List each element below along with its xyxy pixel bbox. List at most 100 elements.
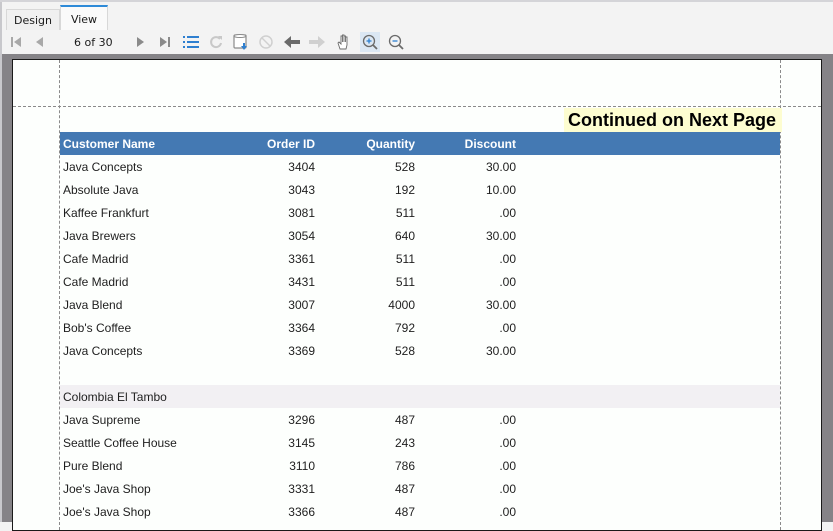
discount-cell: 30.00 — [485, 343, 516, 358]
customer-name-cell: Cafe Madrid — [63, 251, 129, 266]
group-name: Colombia El Tambo — [63, 389, 167, 404]
tab-design[interactable]: Design — [6, 9, 60, 31]
previous-page-button[interactable] — [30, 32, 50, 52]
table-row: Java Supreme 3296 487 .00 — [60, 408, 780, 431]
pan-button[interactable] — [334, 32, 354, 52]
table-row: Absolute Java 3043 192 10.00 — [60, 178, 780, 201]
forward-arrow-icon — [309, 36, 325, 48]
customer-name-cell: Java Concepts — [63, 159, 143, 174]
toc-button[interactable] — [181, 32, 201, 52]
discount-cell: 30.00 — [485, 228, 516, 243]
column-header-customer-name: Customer Name — [63, 136, 156, 151]
list-icon — [183, 36, 199, 48]
table-row: Seattle Coffee House 3145 243 .00 — [60, 431, 780, 454]
table-row: Joe's Java Shop 3366 487 .00 — [60, 500, 780, 523]
export-button[interactable] — [231, 32, 251, 52]
quantity-cell: 487 — [394, 504, 415, 519]
customer-name-cell: Joe's Java Shop — [63, 504, 151, 519]
back-arrow-icon — [284, 36, 300, 48]
next-page-icon — [137, 37, 144, 47]
customer-name-cell: Java Supreme — [63, 412, 141, 427]
forward-button[interactable] — [307, 32, 327, 52]
order-id-cell: 3145 — [288, 435, 315, 450]
quantity-cell: 4000 — [388, 297, 415, 312]
zoom-in-button[interactable] — [360, 32, 380, 52]
zoom-out-button[interactable] — [386, 32, 406, 52]
discount-cell: .00 — [499, 274, 516, 289]
order-id-cell: 3331 — [288, 481, 315, 496]
discount-cell: .00 — [499, 205, 516, 220]
customer-name-cell: Kaffee Frankfurt — [63, 205, 149, 220]
report-viewer[interactable]: Continued on Next Page Customer Name Ord… — [2, 54, 833, 531]
quantity-cell: 511 — [395, 251, 415, 266]
column-header-discount: Discount — [464, 136, 516, 151]
discount-cell: .00 — [499, 481, 516, 496]
table-row: Java Blend 3007 4000 30.00 — [60, 293, 780, 316]
discount-cell: .00 — [499, 435, 516, 450]
table-row: Cafe Madrid 3361 511 .00 — [60, 247, 780, 270]
first-page-button[interactable] — [6, 32, 26, 52]
hand-icon — [337, 34, 348, 50]
customer-name-cell: Joe's Java Shop — [63, 481, 151, 496]
table-row: Kaffee Frankfurt 3081 511 .00 — [60, 201, 780, 224]
quantity-cell: 640 — [394, 228, 415, 243]
first-page-icon — [11, 37, 21, 47]
zoom-in-icon — [362, 34, 378, 50]
customer-name-cell: Bob's Coffee — [63, 320, 132, 335]
order-id-cell: 3110 — [289, 458, 315, 473]
customer-name-cell: Pure Blend — [63, 458, 123, 473]
page-indicator[interactable]: 6 of 30 — [74, 36, 113, 49]
order-id-cell: 3404 — [288, 159, 315, 174]
customer-name-cell: Cafe Madrid — [63, 274, 129, 289]
discount-cell: .00 — [499, 320, 516, 335]
quantity-cell: 243 — [394, 435, 415, 450]
stop-button[interactable] — [256, 32, 276, 52]
order-id-cell: 3431 — [288, 274, 315, 289]
header-margin-guide — [13, 106, 821, 107]
group-header-row: Colombia El Tambo — [60, 385, 780, 408]
table-row: Java Concepts 3369 528 30.00 — [60, 339, 780, 362]
table-row: Pure Blend 3110 786 .00 — [60, 454, 780, 477]
export-icon — [233, 34, 247, 50]
last-page-button[interactable] — [155, 32, 175, 52]
tab-view[interactable]: View — [60, 5, 108, 32]
refresh-button[interactable] — [206, 32, 226, 52]
quantity-cell: 528 — [394, 159, 415, 174]
discount-cell: 10.00 — [485, 182, 516, 197]
continued-on-next-page-label: Continued on Next Page — [563, 108, 782, 132]
table-header: Customer Name Order ID Quantity Discount — [60, 132, 780, 155]
discount-cell: .00 — [499, 458, 516, 473]
order-id-cell: 3361 — [288, 251, 315, 266]
customer-name-cell: Absolute Java — [63, 182, 139, 197]
next-page-button[interactable] — [130, 32, 150, 52]
order-id-cell: 3364 — [288, 320, 315, 335]
table-row: Java Concepts 3404 528 30.00 — [60, 155, 780, 178]
order-id-cell: 3054 — [288, 228, 315, 243]
report-table: Customer Name Order ID Quantity Discount… — [60, 132, 780, 523]
discount-cell: 30.00 — [485, 159, 516, 174]
viewer-toolbar: 6 of 30 — [2, 30, 833, 54]
column-header-order-id: Order ID — [266, 136, 315, 151]
order-id-cell: 3369 — [288, 343, 315, 358]
stop-icon — [259, 35, 273, 49]
table-row: Cafe Madrid 3431 511 .00 — [60, 270, 780, 293]
refresh-icon — [210, 36, 222, 49]
discount-cell: .00 — [499, 251, 516, 266]
back-button[interactable] — [282, 32, 302, 52]
column-header-quantity: Quantity — [366, 136, 415, 151]
customer-name-cell: Java Blend — [63, 297, 123, 312]
last-page-icon — [160, 37, 170, 47]
report-page: Continued on Next Page Customer Name Ord… — [12, 59, 822, 531]
previous-page-icon — [36, 37, 43, 47]
quantity-cell: 511 — [395, 274, 415, 289]
zoom-out-icon — [388, 34, 404, 50]
order-id-cell: 3007 — [288, 297, 315, 312]
order-id-cell: 3296 — [288, 412, 315, 427]
order-id-cell: 3366 — [288, 504, 315, 519]
table-row: Java Brewers 3054 640 30.00 — [60, 224, 780, 247]
customer-name-cell: Seattle Coffee House — [63, 435, 177, 450]
table-row: Joe's Java Shop 3331 487 .00 — [60, 477, 780, 500]
order-id-cell: 3081 — [288, 205, 315, 220]
quantity-cell: 528 — [394, 343, 415, 358]
quantity-cell: 487 — [394, 412, 415, 427]
